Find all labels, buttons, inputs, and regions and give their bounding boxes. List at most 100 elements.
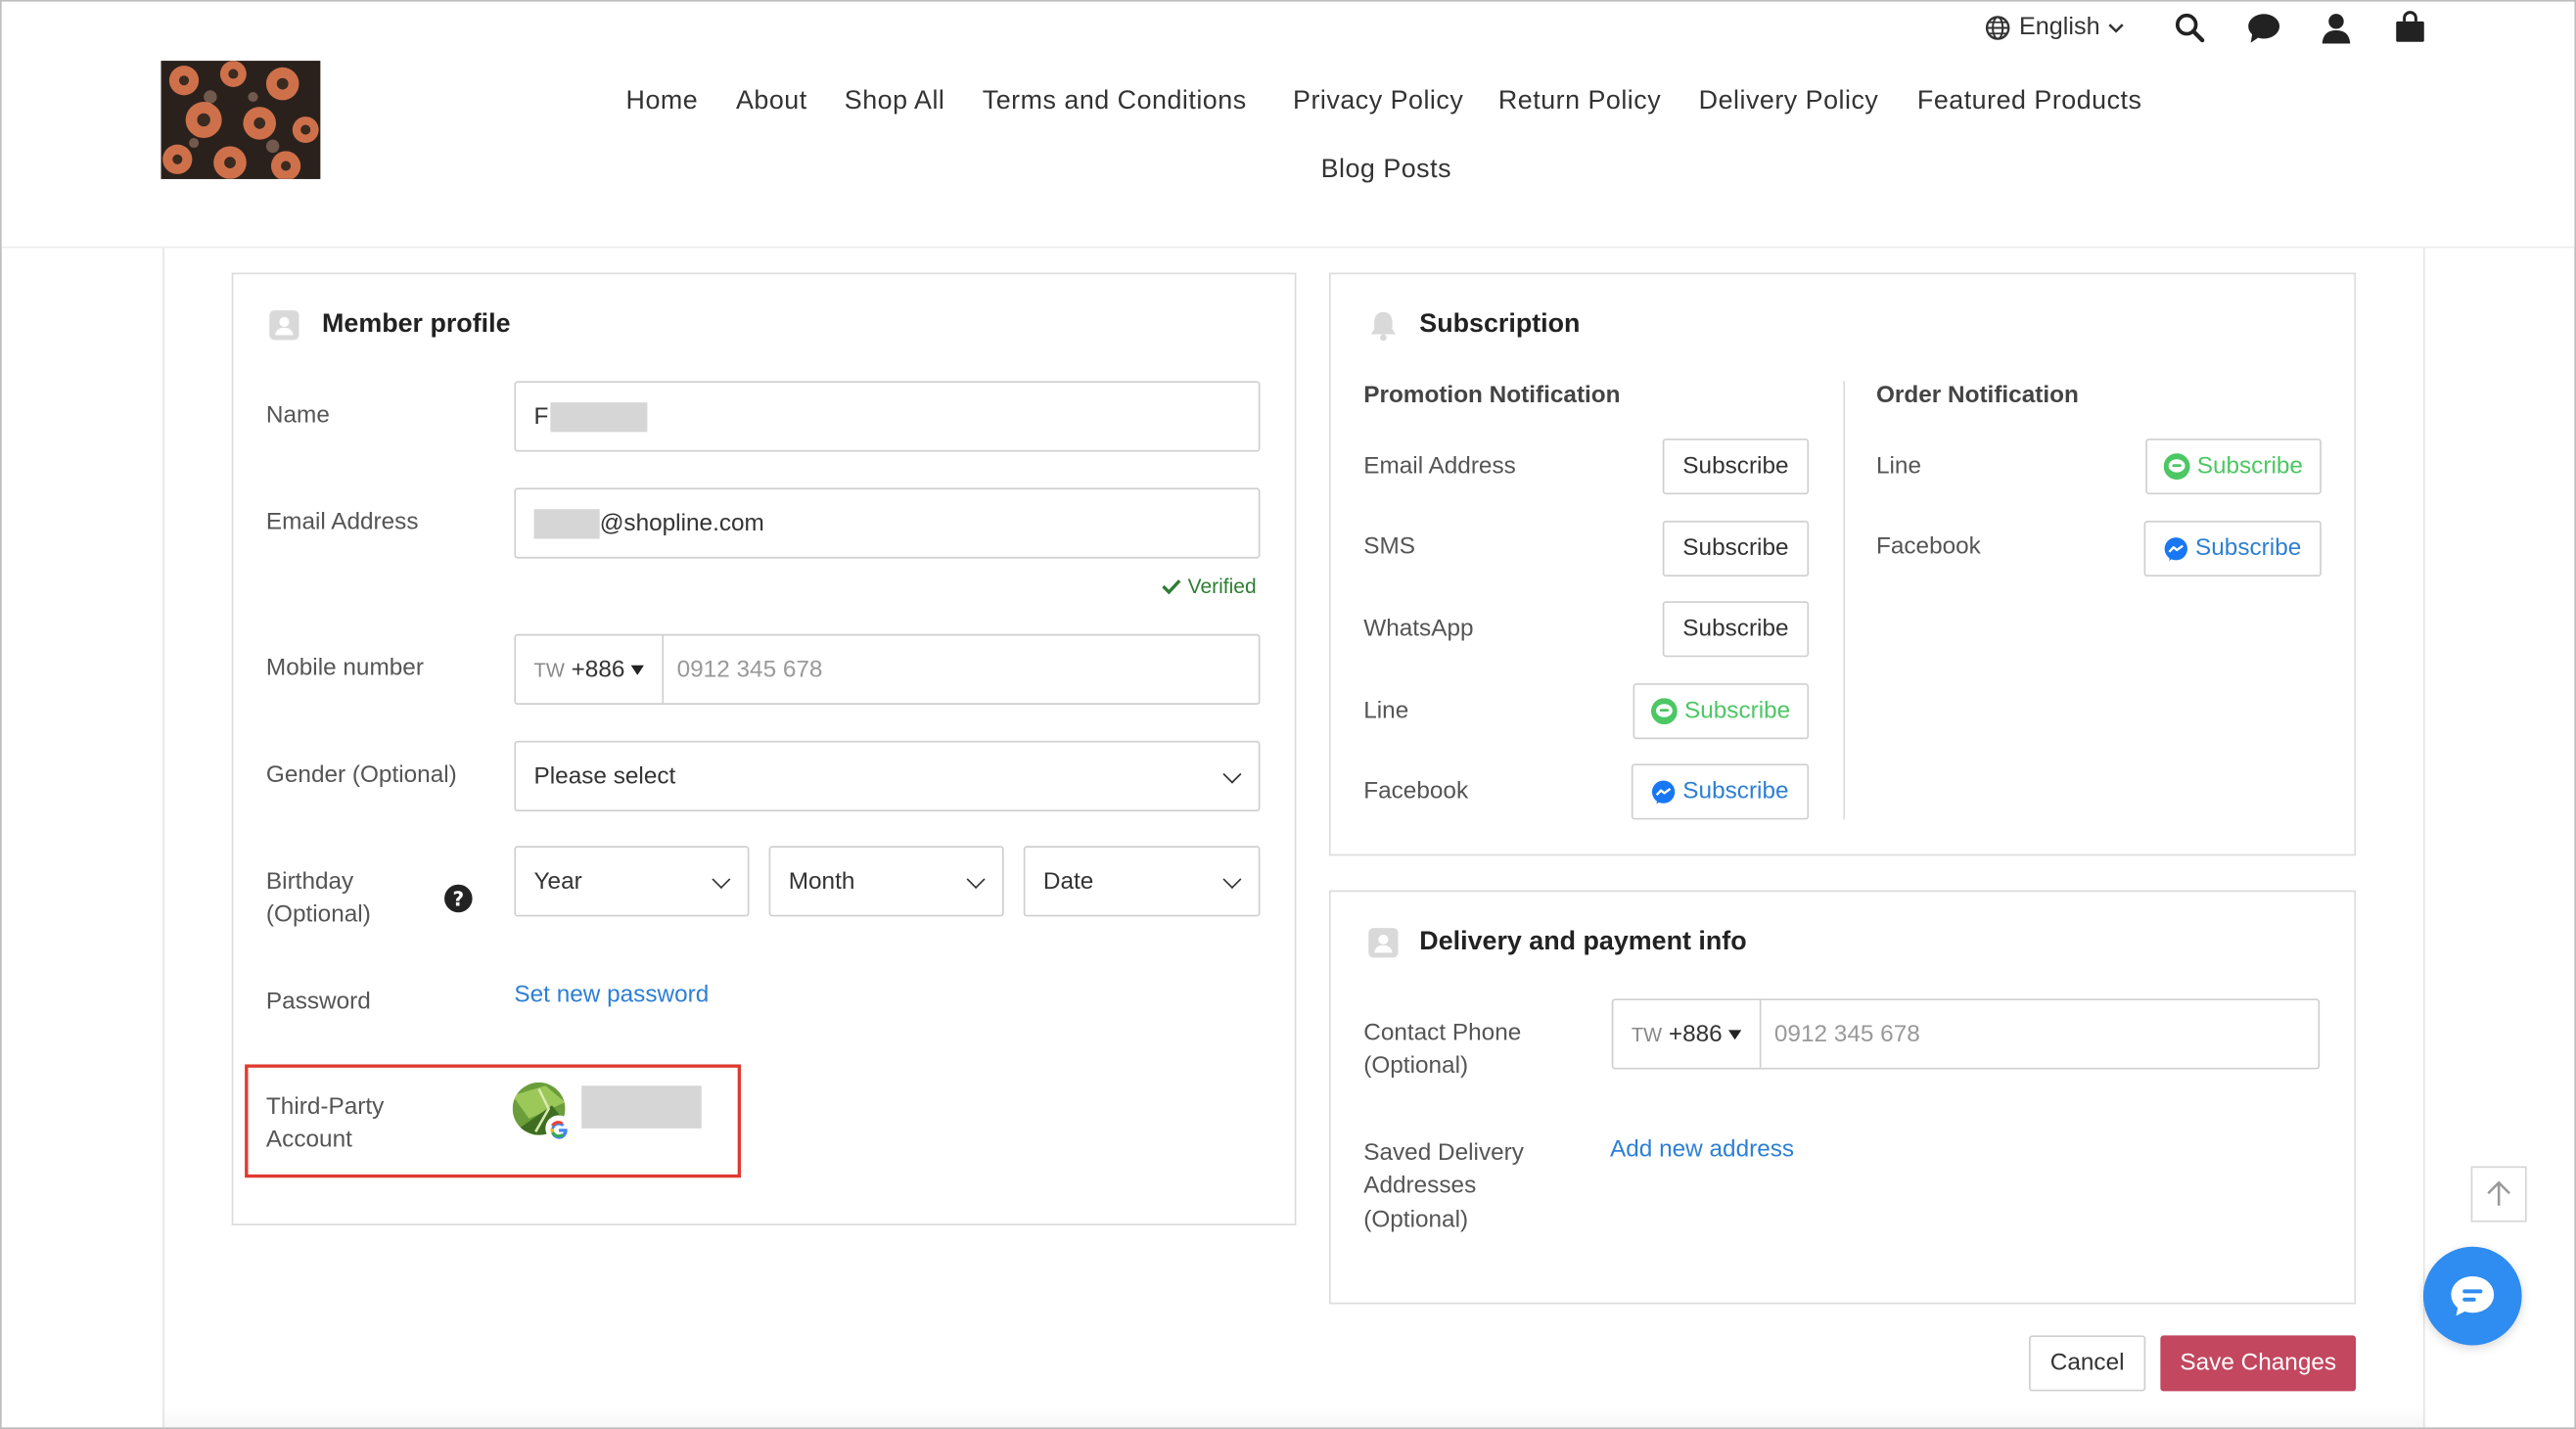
contact-country-select[interactable]: TW +886 <box>1613 1000 1762 1068</box>
profile-card-icon <box>268 309 301 350</box>
search-icon <box>2175 13 2205 43</box>
redacted-account-name <box>581 1085 702 1129</box>
gender-label: Gender (Optional) <box>265 761 457 789</box>
subscribe-label: Subscribe <box>1682 453 1789 481</box>
subscribe-label: Subscribe <box>1682 535 1789 562</box>
globe-icon <box>1985 15 2010 39</box>
chevron-down-icon <box>2108 23 2124 32</box>
birth-date-select[interactable]: Date <box>1023 846 1261 917</box>
name-label: Name <box>265 402 330 430</box>
name-value: F <box>533 402 549 430</box>
caret-down-icon <box>1728 1029 1742 1039</box>
saved-addresses-label-2: Addresses <box>1363 1173 1477 1200</box>
delivery-payment-title: Delivery and payment info <box>1419 928 1747 956</box>
date-value: Date <box>1042 867 1094 895</box>
caret-down-icon <box>631 664 645 674</box>
birthday-help-button[interactable]: ? <box>443 884 473 922</box>
promo-facebook-subscribe-button[interactable]: Subscribe <box>1631 763 1810 820</box>
contact-phone-optional-label: (Optional) <box>1363 1052 1469 1080</box>
nav-blog[interactable]: Blog Posts <box>1321 156 1451 185</box>
promo-sms-label: SMS <box>1363 533 1415 561</box>
cancel-button[interactable]: Cancel <box>2029 1335 2146 1392</box>
promo-whatsapp-subscribe-button[interactable]: Subscribe <box>1662 601 1810 658</box>
contact-phone-label: Contact Phone <box>1363 1020 1522 1047</box>
messenger-icon <box>1652 779 1676 804</box>
shopping-bag-icon <box>2396 11 2424 42</box>
chevron-down-icon <box>712 869 731 889</box>
month-value: Month <box>788 867 855 895</box>
arrow-up-icon <box>2487 1180 2510 1206</box>
set-new-password-link[interactable]: Set new password <box>514 983 709 1009</box>
nav-home[interactable]: Home <box>626 87 699 116</box>
order-facebook-label: Facebook <box>1875 533 1981 561</box>
contact-phone-input[interactable]: 0912 345 678 <box>1774 1021 1920 1047</box>
nav-shop-all[interactable]: Shop All <box>845 87 945 116</box>
chevron-down-icon <box>966 869 986 889</box>
save-changes-label: Save Changes <box>2180 1350 2337 1377</box>
mobile-number-input[interactable]: 0912 345 678 <box>677 656 823 682</box>
subscribe-label: Subscribe <box>1682 616 1789 643</box>
birth-month-select[interactable]: Month <box>768 846 1004 917</box>
order-line-label: Line <box>1875 453 1921 481</box>
promo-whatsapp-label: WhatsApp <box>1363 616 1474 643</box>
check-icon <box>1162 579 1181 595</box>
delivery-card-icon <box>1367 927 1401 968</box>
verified-text: Verified <box>1187 575 1257 598</box>
question-circle-icon: ? <box>444 884 473 913</box>
save-changes-button[interactable]: Save Changes <box>2160 1335 2357 1392</box>
order-notification-title: Order Notification <box>1875 383 2079 409</box>
contact-country-code: TW <box>1631 1022 1663 1046</box>
promo-line-subscribe-button[interactable]: Subscribe <box>1633 683 1810 740</box>
language-label: English <box>2018 13 2100 41</box>
nav-return[interactable]: Return Policy <box>1498 87 1661 116</box>
mobile-input-group: TW +886 0912 345 678 <box>514 633 1261 705</box>
nav-about[interactable]: About <box>736 87 807 116</box>
order-line-subscribe-button[interactable]: Subscribe <box>2145 438 2322 495</box>
mobile-dial-code: +886 <box>571 656 625 683</box>
subscribe-label: Subscribe <box>2195 535 2302 562</box>
mobile-country-select[interactable]: TW +886 <box>516 635 665 704</box>
subscribe-label: Subscribe <box>1682 778 1789 806</box>
saved-addresses-optional-label: (Optional) <box>1363 1207 1469 1234</box>
line-icon <box>1651 698 1679 725</box>
promo-facebook-label: Facebook <box>1363 778 1469 806</box>
footer-shadow <box>162 1406 2425 1428</box>
promo-email-subscribe-button[interactable]: Subscribe <box>1662 438 1810 495</box>
add-new-address-link[interactable]: Add new address <box>1610 1136 1794 1163</box>
language-selector[interactable]: English <box>1985 13 2125 41</box>
messenger-icon <box>2165 536 2188 561</box>
svg-text:?: ? <box>452 888 464 911</box>
live-chat-button[interactable] <box>2422 1246 2522 1346</box>
chevron-down-icon <box>1222 869 1242 889</box>
messages-button[interactable] <box>2246 12 2282 53</box>
account-button[interactable] <box>2320 12 2353 53</box>
chat-bubble-icon <box>2451 1275 2495 1316</box>
contact-phone-input-group: TW +886 0912 345 678 <box>1611 998 2321 1070</box>
site-header: English Home About Shop All Terms and Co… <box>1 1 2575 249</box>
nav-terms[interactable]: Terms and Conditions <box>983 87 1247 116</box>
divider <box>1843 381 1846 820</box>
nav-featured[interactable]: Featured Products <box>1917 87 2142 116</box>
promo-sms-subscribe-button[interactable]: Subscribe <box>1662 520 1810 577</box>
birth-year-select[interactable]: Year <box>514 846 750 917</box>
user-icon <box>2322 14 2351 44</box>
mobile-label: Mobile number <box>265 655 424 682</box>
scroll-to-top-button[interactable] <box>2470 1166 2527 1222</box>
gender-select[interactable]: Please select <box>514 740 1261 812</box>
email-input[interactable]: @shopline.com <box>514 487 1261 559</box>
nav-privacy[interactable]: Privacy Policy <box>1293 87 1463 116</box>
email-label: Email Address <box>265 509 419 536</box>
search-button[interactable] <box>2174 12 2207 53</box>
line-icon <box>2164 453 2190 481</box>
chevron-down-icon <box>1222 763 1242 783</box>
name-input[interactable]: F <box>514 381 1261 452</box>
order-facebook-subscribe-button[interactable]: Subscribe <box>2143 520 2322 577</box>
saved-addresses-label: Saved Delivery <box>1363 1139 1524 1167</box>
subscription-title: Subscription <box>1419 310 1581 339</box>
cart-button[interactable] <box>2394 10 2427 53</box>
contact-dial-code: +886 <box>1668 1021 1723 1047</box>
third-party-label-2: Account <box>265 1127 352 1154</box>
nav-delivery[interactable]: Delivery Policy <box>1699 87 1879 116</box>
birthday-label: Birthday <box>265 868 354 896</box>
store-logo[interactable] <box>161 61 321 179</box>
